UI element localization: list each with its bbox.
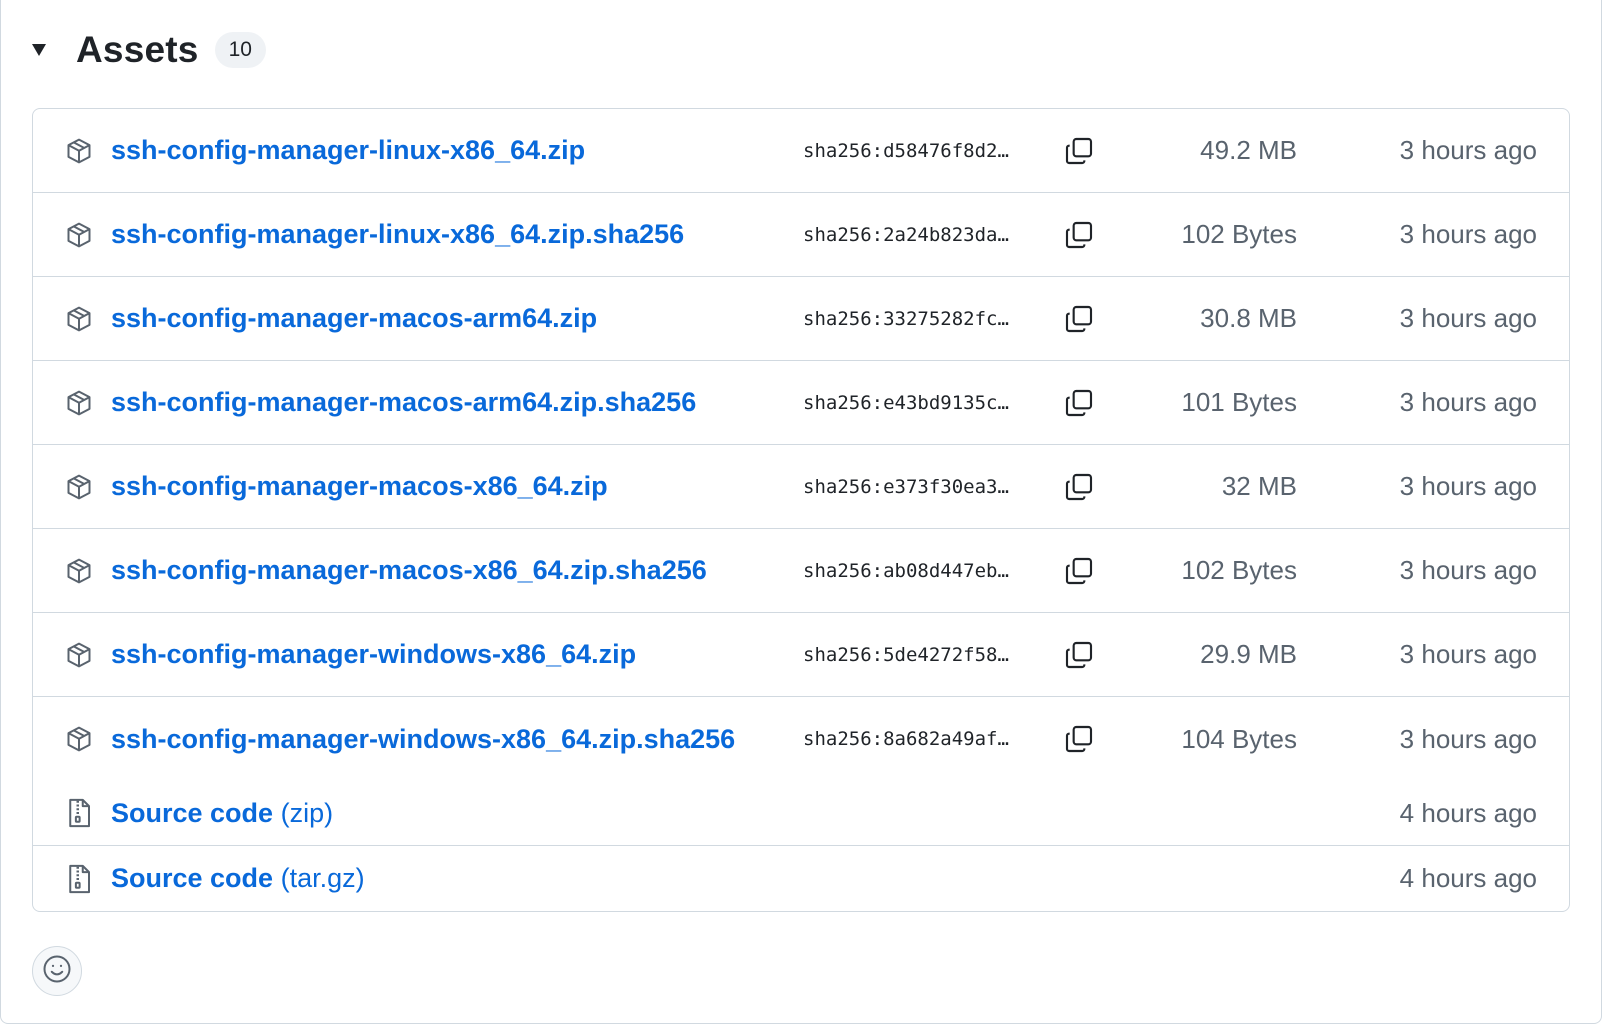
package-icon — [65, 221, 93, 249]
asset-sha: sha256:ab08d447eb… — [803, 559, 1009, 582]
copy-icon[interactable] — [1059, 551, 1099, 591]
asset-time: 3 hours ago — [1399, 219, 1537, 249]
asset-link[interactable]: ssh-config-manager-macos-x86_64.zip.sha2… — [111, 555, 707, 586]
asset-row: ssh-config-manager-windows-x86_64.zip sha… — [33, 613, 1569, 697]
copy-icon[interactable] — [1059, 299, 1099, 339]
asset-size: 29.9 MB — [1200, 639, 1297, 669]
package-icon — [65, 641, 93, 669]
copy-icon[interactable] — [1059, 131, 1099, 171]
asset-row: ssh-config-manager-linux-x86_64.zip.sha2… — [33, 193, 1569, 277]
asset-size: 30.8 MB — [1200, 303, 1297, 333]
package-icon — [65, 473, 93, 501]
asset-size: 102 Bytes — [1181, 555, 1297, 585]
asset-link[interactable]: ssh-config-manager-linux-x86_64.zip — [111, 135, 585, 166]
asset-link[interactable]: ssh-config-manager-windows-x86_64.zip.sh… — [111, 724, 735, 755]
asset-row: ssh-config-manager-macos-x86_64.zip sha25… — [33, 445, 1569, 529]
asset-sha: sha256:5de4272f58… — [803, 643, 1009, 666]
source-time: 4 hours ago — [1399, 797, 1537, 828]
asset-size: 49.2 MB — [1200, 135, 1297, 165]
asset-link[interactable]: ssh-config-manager-macos-arm64.zip — [111, 303, 597, 334]
source-format: (zip) — [280, 797, 334, 828]
asset-time: 3 hours ago — [1399, 555, 1537, 585]
source-label: Source code — [111, 863, 274, 893]
asset-row: ssh-config-manager-macos-arm64.zip sha256… — [33, 277, 1569, 361]
asset-row: ssh-config-manager-macos-arm64.zip.sha25… — [33, 361, 1569, 445]
asset-time: 3 hours ago — [1399, 135, 1537, 165]
asset-size: 104 Bytes — [1181, 723, 1297, 754]
source-label: Source code — [111, 797, 274, 828]
assets-title: Assets — [76, 29, 199, 70]
asset-time: 3 hours ago — [1399, 639, 1537, 669]
asset-link[interactable]: ssh-config-manager-macos-x86_64.zip — [111, 471, 608, 502]
source-row: Source code (zip) 4 hours ago — [33, 781, 1569, 846]
asset-size: 102 Bytes — [1181, 219, 1297, 249]
asset-row: ssh-config-manager-macos-x86_64.zip.sha2… — [33, 529, 1569, 613]
source-code-link[interactable]: Source code (zip) — [111, 798, 333, 829]
file-zip-icon — [65, 798, 93, 828]
package-icon — [65, 137, 93, 165]
asset-time: 3 hours ago — [1399, 723, 1537, 754]
smiley-icon — [42, 954, 72, 989]
assets-header: Assets 10 — [32, 22, 266, 78]
asset-time: 3 hours ago — [1399, 471, 1537, 501]
source-format: (tar.gz) — [280, 863, 365, 893]
asset-time: 3 hours ago — [1399, 303, 1537, 333]
file-zip-icon — [65, 864, 93, 893]
source-time: 4 hours ago — [1399, 863, 1537, 893]
package-icon — [65, 305, 93, 333]
copy-icon[interactable] — [1059, 383, 1099, 423]
asset-time: 3 hours ago — [1399, 387, 1537, 417]
asset-row: ssh-config-manager-linux-x86_64.zip sha25… — [33, 109, 1569, 193]
copy-icon[interactable] — [1059, 635, 1099, 675]
assets-list: ssh-config-manager-linux-x86_64.zip sha25… — [32, 108, 1570, 912]
asset-size: 32 MB — [1221, 471, 1297, 501]
copy-icon[interactable] — [1059, 215, 1099, 255]
asset-row: ssh-config-manager-windows-x86_64.zip.sh… — [33, 697, 1569, 781]
asset-link[interactable]: ssh-config-manager-linux-x86_64.zip.sha2… — [111, 219, 684, 250]
asset-link[interactable]: ssh-config-manager-windows-x86_64.zip — [111, 639, 636, 670]
asset-size: 101 Bytes — [1181, 387, 1297, 417]
source-code-link[interactable]: Source code (tar.gz) — [111, 863, 365, 894]
asset-sha: sha256:e43bd9135c… — [803, 391, 1009, 414]
asset-sha: sha256:2a24b823da… — [803, 223, 1009, 246]
assets-count-badge: 10 — [214, 32, 266, 68]
package-icon — [65, 557, 93, 585]
asset-sha: sha256:33275282fc… — [803, 307, 1009, 330]
source-row: Source code (tar.gz) 4 hours ago — [33, 846, 1569, 911]
package-icon — [65, 725, 93, 753]
triangle-down-icon[interactable] — [32, 43, 46, 57]
copy-icon[interactable] — [1059, 467, 1099, 507]
asset-sha: sha256:d58476f8d2… — [803, 139, 1009, 162]
package-icon — [65, 389, 93, 417]
copy-icon[interactable] — [1059, 719, 1099, 759]
asset-sha: sha256:e373f30ea3… — [803, 475, 1009, 498]
asset-sha: sha256:8a682a49af… — [803, 728, 1009, 750]
asset-link[interactable]: ssh-config-manager-macos-arm64.zip.sha25… — [111, 387, 696, 418]
add-reaction-button[interactable] — [32, 946, 82, 996]
